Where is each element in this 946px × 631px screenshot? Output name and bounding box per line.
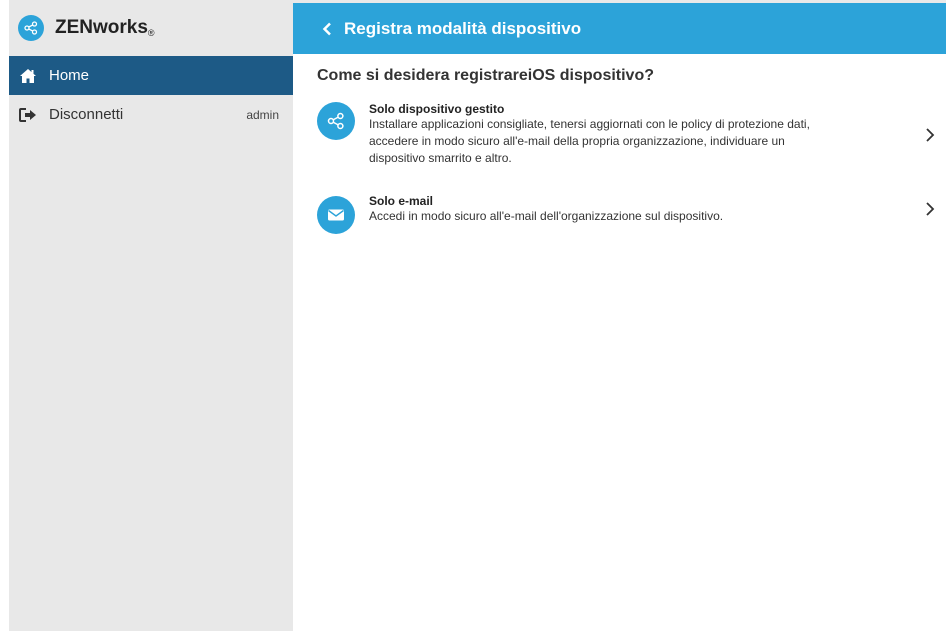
mail-icon <box>317 196 355 234</box>
main-content: Registra modalità dispositivo Come si de… <box>293 0 946 631</box>
option-text: Solo e-mail Accedi in modo sicuro all'e-… <box>369 194 839 225</box>
share-icon <box>317 102 355 140</box>
home-icon <box>18 67 38 85</box>
logout-icon <box>18 106 38 124</box>
zenworks-logo-icon <box>18 15 44 41</box>
page-title: Registra modalità dispositivo <box>344 18 582 38</box>
brand-name: ZENworks® <box>55 17 155 38</box>
sidebar: ZENworks® Home Disconnetti admin <box>0 0 293 631</box>
option-text: Solo dispositivo gestito Installare appl… <box>369 102 839 167</box>
header-bar: Registra modalità dispositivo <box>293 0 946 54</box>
back-button[interactable] <box>319 19 335 39</box>
brand-registered-mark: ® <box>147 28 155 38</box>
option-managed-device[interactable]: Solo dispositivo gestito Installare appl… <box>293 102 946 174</box>
option-title: Solo e-mail <box>369 194 434 208</box>
option-description: Accedi in modo sicuro all'e-mail dell'or… <box>369 209 724 223</box>
chevron-left-icon <box>322 22 331 35</box>
chevron-right-icon <box>924 200 936 218</box>
option-description: Installare applicazioni consigliate, ten… <box>369 117 810 165</box>
sidebar-item-label: Home <box>49 67 90 84</box>
chevron-right-icon <box>924 126 936 144</box>
option-email-only[interactable]: Solo e-mail Accedi in modo sicuro all'e-… <box>293 194 946 242</box>
sidebar-item-label: Disconnetti <box>49 106 124 123</box>
option-title: Solo dispositivo gestito <box>369 102 505 116</box>
current-user-label: admin <box>246 107 279 122</box>
sidebar-item-home[interactable]: Home <box>9 56 293 95</box>
enroll-question: Come si desidera registrareiOS dispositi… <box>317 67 654 84</box>
sidebar-item-disconnetti[interactable]: Disconnetti admin <box>9 95 293 134</box>
brand: ZENworks® <box>9 0 293 56</box>
